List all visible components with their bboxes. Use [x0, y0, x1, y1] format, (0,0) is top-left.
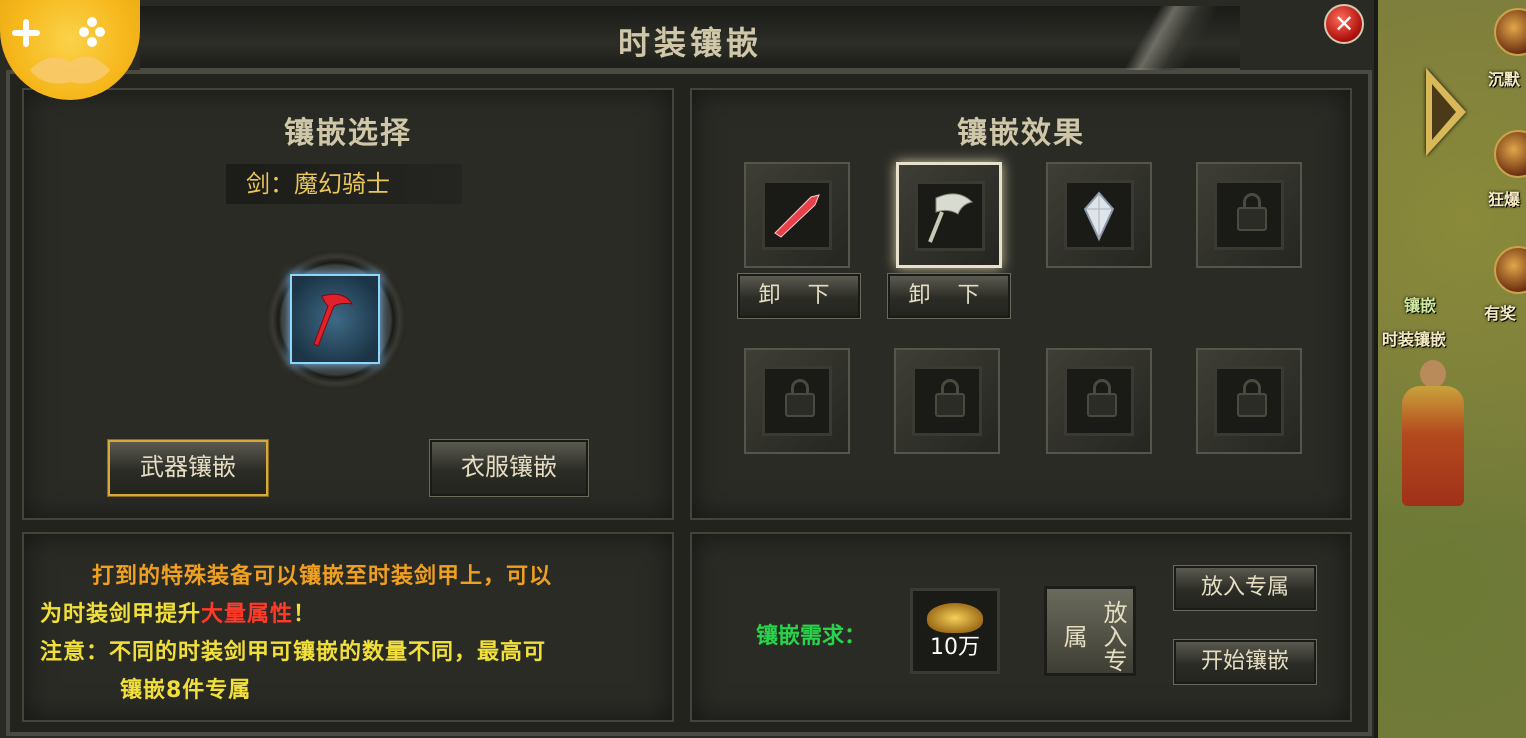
title-decoration [1080, 6, 1240, 76]
npc-subtitle: 时装镶嵌 [1382, 330, 1447, 349]
cost-value: 10万 [930, 635, 980, 660]
gamepad-widget[interactable] [0, 0, 140, 100]
info-line-3: 注意：不同的时装剑甲可镶嵌的数量不同，最高可 [40, 640, 547, 665]
lock-icon [935, 379, 965, 417]
info-line-2-text: 为时装剑甲提升 [40, 602, 202, 627]
sidebar-item-label: 沉默 [1488, 70, 1521, 89]
npc-character[interactable] [1384, 360, 1480, 510]
weapon-slot[interactable] [290, 274, 380, 364]
npc-title: 镶嵌 [1404, 296, 1437, 315]
effect-slot-3[interactable] [1046, 162, 1152, 268]
weapon-inlay-button[interactable]: 武器镶嵌 [107, 439, 269, 497]
effect-slot-5 [744, 348, 850, 454]
place-exclusive-slot[interactable]: 放入专属 [1044, 586, 1136, 676]
place-exclusive-button[interactable]: 放入专属 [1173, 565, 1317, 611]
npc-head [1420, 360, 1446, 388]
expand-arrow-inner [1432, 84, 1456, 140]
unload-button-1[interactable]: 卸 下 [737, 273, 861, 319]
slot-inner [762, 180, 832, 250]
effect-slot-8 [1196, 348, 1302, 454]
crystal-icon [1083, 191, 1115, 242]
sidebar-item-label: 有奖 [1484, 304, 1517, 323]
weapon-name: 剑：魔幻骑士 [226, 164, 462, 204]
red-blade-icon [774, 194, 820, 238]
clothes-inlay-button[interactable]: 衣服镶嵌 [429, 439, 589, 497]
requirement-label: 镶嵌需求： [756, 624, 867, 649]
lock-icon [1237, 193, 1267, 231]
info-line-4: 镶嵌8件专属 [120, 678, 252, 703]
effect-slot-1[interactable] [744, 162, 850, 268]
cost-slot: 10万 [910, 588, 1000, 674]
sidebar-item-label: 狂爆 [1488, 190, 1521, 209]
effect-slot-4 [1196, 162, 1302, 268]
window-title: 时装镶嵌 [617, 24, 762, 62]
silver-axe-icon [928, 193, 974, 243]
effect-slot-7 [1046, 348, 1152, 454]
info-line-1: 打到的特殊装备可以镶嵌至时装剑甲上，可以 [92, 564, 553, 589]
lock-icon [1087, 379, 1117, 417]
inlay-window: 时装镶嵌 ✕ 镶嵌选择 剑：魔幻骑士 武器镶嵌 衣服镶嵌 镶嵌效果 卸 下 卸 … [0, 0, 1378, 738]
slot-inner [912, 366, 982, 436]
lock-icon [785, 379, 815, 417]
slot-inner [1064, 180, 1134, 250]
title-bar: 时装镶嵌 [140, 6, 1240, 76]
red-scythe-icon [313, 293, 353, 347]
lock-icon [1237, 379, 1267, 417]
slot-inner [762, 366, 832, 436]
effect-panel-title: 镶嵌效果 [957, 116, 1085, 151]
slot-inner [1064, 366, 1134, 436]
info-line-2: 为时装剑甲提升大量属性！ [40, 596, 316, 628]
unload-button-2[interactable]: 卸 下 [887, 273, 1011, 319]
effect-slot-6 [894, 348, 1000, 454]
select-panel-title: 镶嵌选择 [284, 116, 412, 151]
slot-inner [915, 181, 985, 251]
gamepad-icon [12, 17, 110, 84]
info-line-2-highlight: 大量属性 [201, 602, 294, 627]
slot-inner [1214, 180, 1284, 250]
info-line-2-end: ！ [293, 602, 317, 627]
effect-slot-2[interactable] [896, 162, 1002, 268]
slot-inner [1214, 366, 1284, 436]
start-inlay-button[interactable]: 开始镶嵌 [1173, 639, 1317, 685]
npc-body [1402, 386, 1464, 506]
close-button[interactable]: ✕ [1324, 4, 1364, 44]
